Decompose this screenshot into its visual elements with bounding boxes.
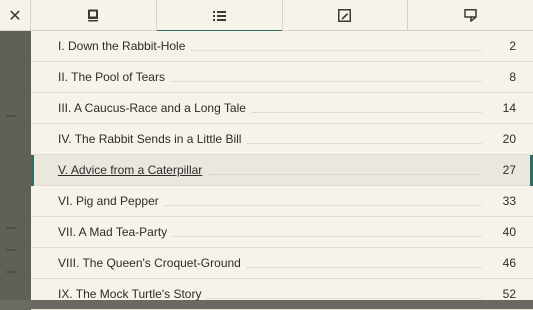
toc-item-title: I. Down the Rabbit-Hole (58, 39, 186, 53)
toc-item[interactable]: IV. The Rabbit Sends in a Little Bill 20 (31, 124, 533, 155)
toc-item-page-number: 20 (502, 132, 516, 146)
toc-item-page-number: 27 (502, 163, 516, 177)
dot-leader (173, 235, 482, 237)
dot-leader (208, 173, 482, 175)
tab-table-of-contents[interactable] (156, 0, 283, 32)
toolbar: ✕ (0, 0, 533, 32)
book-icon (88, 9, 99, 22)
toc-item-title: III. A Caucus-Race and a Long Tale (58, 101, 246, 115)
toc-item-page-number: 40 (502, 225, 516, 239)
tab-book[interactable] (31, 0, 157, 31)
notes-icon (338, 9, 352, 22)
toc-item-title: II. The Pool of Tears (58, 70, 165, 84)
toc-item-page-number: 8 (509, 70, 516, 84)
toc-item-current[interactable]: V. Advice from a Caterpillar 27 (31, 155, 533, 186)
toc-item[interactable]: I. Down the Rabbit-Hole 2 (31, 31, 533, 62)
tab-bookmarks[interactable] (408, 0, 533, 31)
toc-item-title: VIII. The Queen's Croquet-Ground (58, 256, 241, 270)
close-button[interactable]: ✕ (0, 0, 31, 31)
toc-item-title: VI. Pig and Pepper (58, 194, 159, 208)
dot-leader (247, 142, 482, 144)
dimmed-page-background (0, 31, 31, 300)
toc-item-title: IX. The Mock Turtle's Story (58, 287, 202, 301)
toc-item-title: VII. A Mad Tea-Party (58, 225, 168, 239)
dot-leader (246, 266, 482, 268)
toc-item[interactable]: II. The Pool of Tears 8 (31, 62, 533, 93)
dot-leader (164, 204, 482, 206)
tab-bar (31, 0, 533, 32)
toc-item-page-number: 14 (502, 101, 516, 115)
toc-item[interactable]: VII. A Mad Tea-Party 40 (31, 217, 533, 248)
toc-list-icon (212, 10, 226, 21)
toc-item-title: IV. The Rabbit Sends in a Little Bill (58, 132, 242, 146)
table-of-contents-panel: I. Down the Rabbit-Hole 2 II. The Pool of … (31, 31, 533, 310)
close-icon: ✕ (8, 5, 22, 25)
toc-item[interactable]: VI. Pig and Pepper 33 (31, 186, 533, 217)
page-text-fragment (6, 115, 16, 117)
page-text-fragment (6, 227, 16, 229)
tab-notes[interactable] (283, 0, 409, 31)
page-text-fragment (6, 271, 16, 273)
toc-item[interactable]: VIII. The Queen's Croquet-Ground 46 (31, 248, 533, 279)
dot-leader (170, 80, 482, 82)
toc-item[interactable]: IX. The Mock Turtle's Story 52 (31, 279, 533, 310)
page-text-fragment (6, 249, 16, 251)
toc-item-title: V. Advice from a Caterpillar (58, 163, 203, 177)
dot-leader (207, 297, 482, 299)
dot-leader (251, 111, 482, 113)
toc-item-page-number: 52 (502, 287, 516, 301)
dot-leader (191, 49, 482, 51)
bookmark-icon (464, 9, 477, 22)
toc-item-page-number: 46 (502, 256, 516, 270)
toc-item-page-number: 2 (509, 39, 516, 53)
toc-item-page-number: 33 (502, 194, 516, 208)
toc-item[interactable]: III. A Caucus-Race and a Long Tale 14 (31, 93, 533, 124)
